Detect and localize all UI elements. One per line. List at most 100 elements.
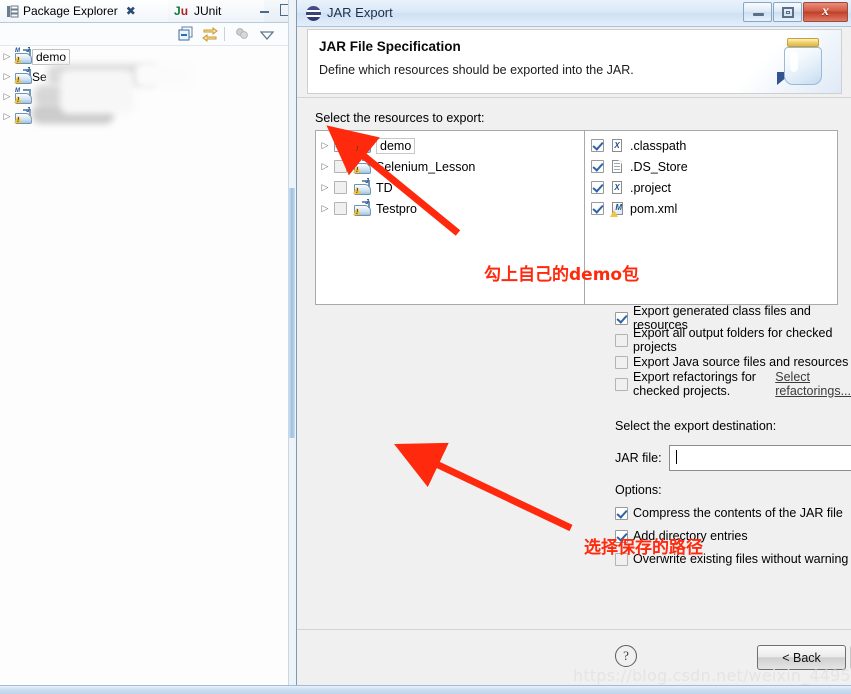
link-with-editor-button[interactable] (202, 26, 218, 45)
eclipse-icon (306, 6, 321, 21)
redaction-blur (60, 70, 134, 114)
resources-label: Select the resources to export: (315, 111, 485, 125)
close-window-button[interactable]: x (803, 2, 848, 22)
filters-button[interactable] (234, 26, 250, 45)
explorer-scrollbar-thumb[interactable] (289, 188, 295, 438)
dialog-titlebar[interactable]: JAR Export x (297, 0, 851, 27)
expand-arrow-icon[interactable]: ▷ (0, 51, 14, 62)
option-label: Compress the contents of the JAR file (633, 506, 843, 520)
file-row-ds-store[interactable]: .DS_Store (591, 156, 688, 177)
jar-file-combo[interactable] (669, 445, 851, 471)
expand-arrow-icon[interactable]: ▷ (316, 203, 334, 214)
header-artwork (721, 30, 841, 93)
file-label: .project (630, 180, 671, 195)
options-label: Options: (615, 483, 662, 497)
annotation-choose-save-path: 选择保存的路径 (584, 538, 703, 558)
option-checkbox[interactable] (615, 333, 628, 347)
project-label: Testpro (376, 201, 417, 216)
file-checkbox[interactable] (591, 202, 604, 215)
select-refactorings-link[interactable]: Select refactorings... (775, 370, 851, 398)
file-row-pom[interactable]: M pom.xml (591, 198, 677, 219)
option-checkbox[interactable] (615, 506, 628, 520)
tab-label: JUnit (194, 4, 222, 18)
text-cursor (676, 450, 677, 464)
minimize-window-button[interactable] (743, 2, 772, 22)
minimize-view-button[interactable] (258, 3, 271, 16)
footer-divider (297, 629, 851, 630)
collapse-all-button[interactable] (178, 26, 194, 45)
view-tabbar: Package Explorer ✖ Ju JUnit (0, 0, 296, 23)
tree-row-testpro[interactable]: ▷ J Testpro (316, 198, 588, 219)
option-export-java-source-files[interactable]: Export Java source files and resources (615, 352, 848, 372)
package-explorer-icon (6, 5, 19, 18)
tree-row-td[interactable]: ▷ J TD (316, 177, 588, 198)
eclipse-workbench: Package Explorer ✖ Ju JUnit ▷ M J ! demo… (0, 0, 298, 694)
windows-taskbar-strip (0, 685, 851, 694)
tree-item-label: demo (32, 48, 71, 65)
header-title: JAR File Specification (319, 39, 461, 54)
tree-item-4[interactable]: ▷ J (0, 107, 32, 126)
toolbar-divider (224, 27, 225, 41)
option-checkbox[interactable] (615, 355, 628, 369)
maven-java-project-icon: MJ (14, 47, 32, 65)
project-checkbox[interactable] (334, 181, 347, 194)
expand-arrow-icon[interactable]: ▷ (316, 161, 334, 172)
option-export-all-output-folders[interactable]: Export all output folders for checked pr… (615, 326, 851, 354)
jar-file-label: JAR file: (615, 451, 662, 465)
watermark-text: https://blog.csdn.net/weixin_44954642 (573, 666, 851, 685)
maven-java-project-icon: J (353, 136, 371, 154)
help-button[interactable]: ? (615, 645, 637, 667)
project-label: Selenium_Lesson (376, 159, 476, 174)
tree-item-label: Se (32, 69, 47, 84)
option-label: Export refactorings for checked projects… (633, 370, 756, 398)
project-checkbox[interactable] (334, 202, 347, 215)
project-checkbox[interactable] (334, 139, 347, 152)
tab-package-explorer[interactable]: Package Explorer ✖ (0, 0, 180, 22)
maximize-window-button[interactable] (773, 2, 802, 22)
file-checkbox[interactable] (591, 139, 604, 152)
xml-file-icon: X (610, 138, 625, 154)
close-icon: x (822, 4, 829, 19)
option-export-refactorings[interactable]: Export refactorings for checked projects… (615, 370, 851, 398)
option-compress-contents[interactable]: Compress the contents of the JAR file (615, 503, 843, 523)
header-subtitle: Define which resources should be exporte… (319, 63, 634, 77)
generic-file-icon (610, 159, 625, 175)
view-window-buttons (258, 3, 293, 16)
project-label: demo (376, 137, 416, 154)
file-checkbox[interactable] (591, 181, 604, 194)
maven-pom-file-icon: M (610, 201, 625, 217)
tree-row-selenium[interactable]: ▷ J Selenium_Lesson (316, 156, 588, 177)
tab-label: Package Explorer (23, 4, 118, 18)
expand-arrow-icon[interactable]: ▷ (316, 140, 334, 151)
file-row-classpath[interactable]: X .classpath (591, 135, 686, 156)
java-project-icon: J (353, 157, 371, 175)
java-project-icon: J (14, 67, 32, 85)
java-project-icon: J (353, 178, 371, 196)
option-checkbox[interactable] (615, 377, 628, 391)
java-project-icon: J (14, 107, 32, 125)
file-label: .DS_Store (630, 159, 688, 174)
package-explorer-toolbar (0, 23, 296, 46)
option-label: Export all output folders for checked pr… (633, 326, 833, 354)
expand-arrow-icon[interactable]: ▷ (316, 182, 334, 193)
option-checkbox[interactable] (615, 311, 628, 325)
expand-arrow-icon[interactable]: ▷ (0, 111, 14, 122)
expand-arrow-icon[interactable]: ▷ (0, 71, 14, 82)
xml-file-icon: X (610, 180, 625, 196)
tab-junit[interactable]: Ju JUnit (168, 0, 264, 22)
tree-row-demo[interactable]: ▷ J demo (316, 135, 588, 156)
file-row-project[interactable]: X .project (591, 177, 671, 198)
close-icon[interactable]: ✖ (126, 4, 136, 18)
view-menu-button[interactable] (259, 29, 275, 43)
file-label: .classpath (630, 138, 687, 153)
jar-export-dialog: JAR Export x JAR File Specification Defi… (296, 0, 851, 694)
junit-icon: Ju (174, 3, 189, 18)
tree-item-3[interactable]: ▷ M (0, 87, 32, 106)
option-export-generated-class-files[interactable]: Export generated class files and resourc… (615, 304, 851, 332)
file-checkbox[interactable] (591, 160, 604, 173)
expand-arrow-icon[interactable]: ▷ (0, 91, 14, 102)
destination-label: Select the export destination: (615, 419, 777, 433)
project-checkbox[interactable] (334, 160, 347, 173)
dialog-title: JAR Export (327, 5, 393, 20)
window-controls: x (742, 2, 848, 22)
